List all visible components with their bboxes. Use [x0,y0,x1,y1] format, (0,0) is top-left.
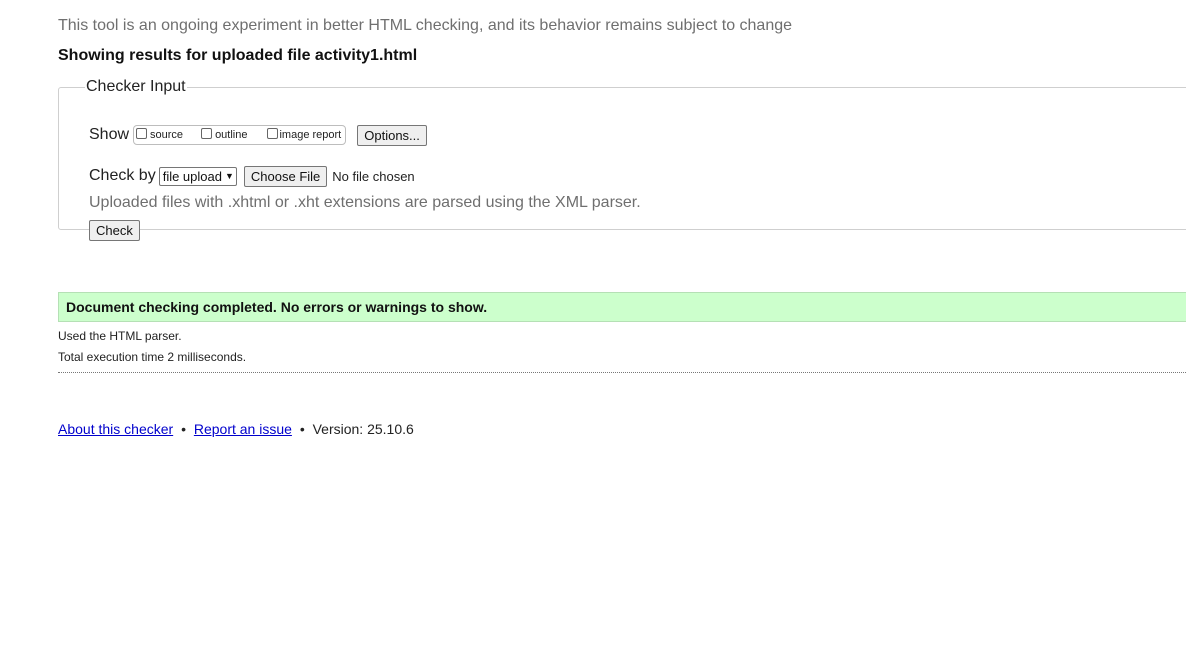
checker-input-fieldset: Checker Input Show source outline image … [58,78,1186,241]
file-status: No file chosen [332,168,415,184]
outline-checkbox-label: outline [215,129,248,141]
show-options-group: source outline image report [133,125,347,145]
checker-input-legend: Checker Input [86,78,186,95]
checker-page: This tool is an ongoing experiment in be… [0,0,1186,649]
version-text: Version: 25.10.6 [312,421,414,437]
show-source-option[interactable]: source [136,128,184,141]
choose-file-button[interactable]: Choose File [243,165,328,187]
experiment-notice: This tool is an ongoing experiment in be… [58,17,793,34]
chevron-down-icon: ▼ [224,171,234,181]
xml-parser-help-text: Uploaded files with .xhtml or .xht exten… [89,194,641,211]
result-details: Used the HTML parser. Total execution ti… [58,328,1186,373]
show-outline-option[interactable]: outline [189,128,248,141]
footer-bullet: • [299,421,305,437]
check-button[interactable]: Check [89,220,140,241]
parser-note: Used the HTML parser. [58,329,182,343]
outline-checkbox[interactable] [201,128,213,139]
footer-bullet: • [181,421,186,437]
check-by-selected-value: file upload [162,168,222,184]
image-report-checkbox[interactable] [267,128,279,139]
check-by-row: Check by file upload ▼ Choose File No fi… [89,165,415,187]
success-message: Document checking completed. No errors o… [58,292,1186,322]
show-label: Show [89,126,130,143]
execution-time: Total execution time 2 milliseconds. [58,350,247,364]
check-by-select[interactable]: file upload ▼ [158,166,237,186]
source-checkbox[interactable] [136,128,148,139]
results-heading: Showing results for uploaded file activi… [58,47,418,64]
options-button[interactable]: Options... [357,124,427,146]
source-checkbox-label: source [150,129,184,141]
report-issue-link[interactable]: Report an issue [194,421,292,437]
about-checker-link[interactable]: About this checker [58,421,173,437]
image-report-checkbox-label: image report [279,129,342,141]
show-image-report-option[interactable]: image report [253,128,342,141]
show-options-row: Show source outline image report Options… [89,122,427,148]
check-by-label: Check by [89,167,156,184]
footer: About this checker • Report an issue • V… [58,421,414,437]
